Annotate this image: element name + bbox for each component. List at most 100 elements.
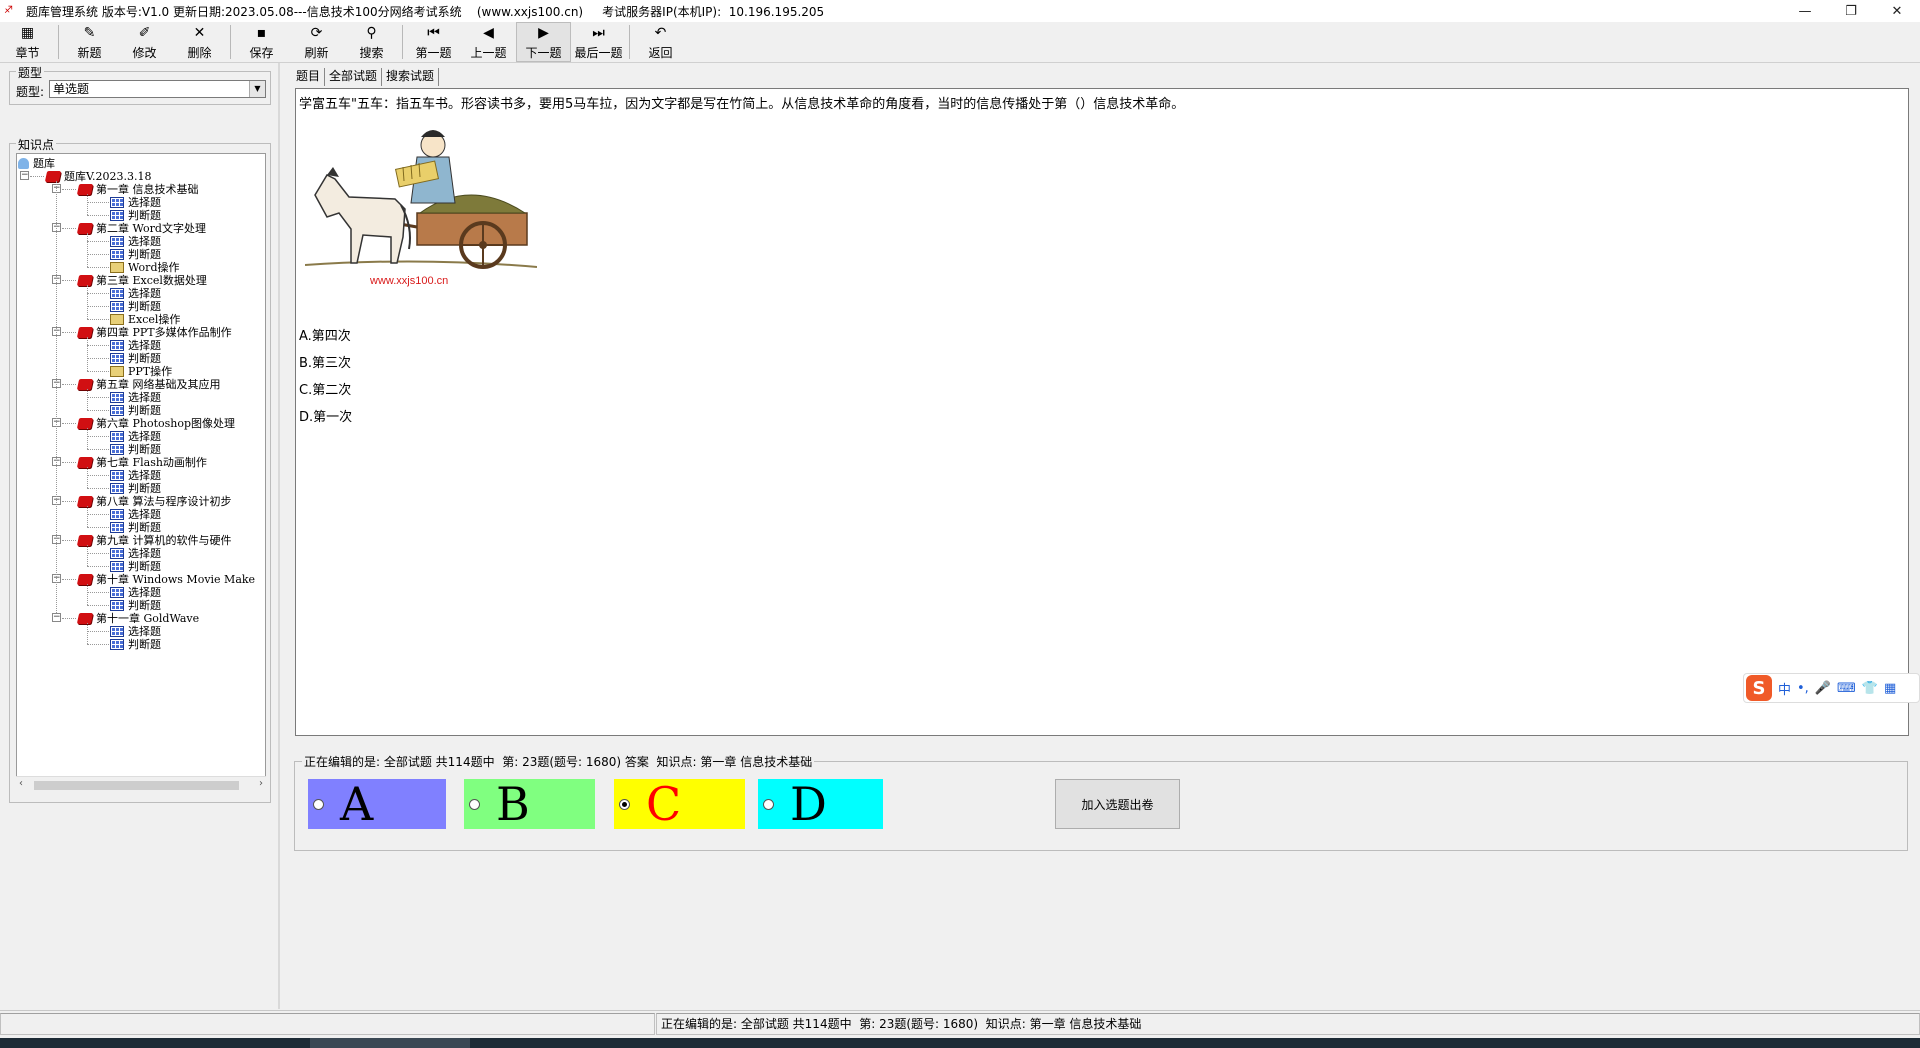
tree-collapse-toggle[interactable]: − xyxy=(52,613,61,622)
tree-connector xyxy=(87,584,88,605)
toolbar-button-12[interactable]: ↶ 返回 xyxy=(633,22,688,62)
tab-3[interactable]: 搜索试题 xyxy=(382,68,440,86)
toolbar-button-3[interactable]: ✐ 修改 xyxy=(117,22,172,62)
question-list-icon xyxy=(110,508,124,520)
tree-connector xyxy=(87,506,88,527)
answer-radio[interactable] xyxy=(763,798,774,810)
tree-connector xyxy=(87,566,109,567)
database-icon xyxy=(18,157,29,169)
answer-choice-d[interactable]: D xyxy=(758,779,883,829)
tree-connector xyxy=(87,514,109,515)
toolbar-button-1[interactable]: ▦ 章节 xyxy=(0,22,55,62)
tree-connector xyxy=(87,389,88,410)
answer-radio[interactable] xyxy=(619,798,630,810)
toolbar-separator xyxy=(629,25,630,59)
tree-connector xyxy=(62,332,76,333)
image-caption: www.xxjs100.cn xyxy=(370,275,449,287)
answer-choice-a[interactable]: A xyxy=(308,779,446,829)
toolbar-button-5[interactable]: ▪ 保存 xyxy=(234,22,289,62)
tree-collapse-toggle[interactable]: − xyxy=(20,171,29,180)
answer-choice-b[interactable]: B xyxy=(464,779,595,829)
tree-connector xyxy=(30,176,44,177)
tree-horizontal-scrollbar[interactable]: ‹ › xyxy=(16,776,266,793)
question-type-group: 题型 题型: 单选题 ▼ xyxy=(9,64,271,105)
answer-choice-c[interactable]: C xyxy=(614,779,745,829)
toolbar-button-8[interactable]: ⏮ 第一题 xyxy=(406,22,461,62)
tree-connector xyxy=(62,462,76,463)
left-panel: 题型 题型: 单选题 ▼ 知识点 题库 − 题库V.2023.3.18− 第一章 信息… xyxy=(0,63,280,1009)
toolbar-separator xyxy=(58,25,59,59)
tree-connector xyxy=(87,545,88,566)
close-button[interactable]: ✕ xyxy=(1874,0,1920,22)
tree-connector xyxy=(87,449,109,450)
question-list-icon xyxy=(110,560,124,572)
toolbar-button-label: 搜索 xyxy=(359,45,384,60)
sogou-logo-icon[interactable]: S xyxy=(1746,675,1772,701)
book-icon xyxy=(76,222,94,234)
book-icon xyxy=(76,326,94,338)
option-a: A.第四次 xyxy=(299,329,351,344)
answer-radio[interactable] xyxy=(313,798,324,810)
add-to-paper-button[interactable]: 加入选题出卷 xyxy=(1055,779,1180,829)
toolbar-button-11[interactable]: ⏭ 最后一题 xyxy=(571,22,626,62)
toolbar-button-10[interactable]: ▶ 下一题 xyxy=(516,22,571,62)
answer-letter: D xyxy=(790,777,827,831)
question-list-icon xyxy=(110,352,124,364)
toolbar-button-2[interactable]: ✎ 新题 xyxy=(62,22,117,62)
scroll-right-icon[interactable]: › xyxy=(259,778,263,789)
ime-toolbar[interactable]: S 中 •, 🎤 ⌨ 👕 ▦ xyxy=(1743,673,1920,703)
tree-connector xyxy=(87,475,109,476)
horse-cart-scholar-illustration xyxy=(305,130,537,269)
ime-punctuation-icon[interactable]: •, xyxy=(1797,681,1809,696)
question-list-icon xyxy=(110,196,124,208)
tree-connector xyxy=(87,202,109,203)
question-type-label: 题型: xyxy=(16,85,45,99)
toolbar-button-9[interactable]: ◀ 上一题 xyxy=(461,22,516,62)
chevron-down-icon[interactable]: ▼ xyxy=(249,81,265,97)
option-c: C.第二次 xyxy=(299,383,352,398)
toolbar-button-6[interactable]: ⟳ 刷新 xyxy=(289,22,344,62)
ime-chinese-mode-icon[interactable]: 中 xyxy=(1778,679,1791,698)
tree-node-item[interactable]: 判断题 xyxy=(110,636,161,652)
back-icon: ↶ xyxy=(654,24,667,41)
status-bar: 正在编辑的是: 全部试题 共114题中 第: 23题(题号: 1680) 知识点… xyxy=(0,1010,1920,1038)
microphone-icon[interactable]: 🎤 xyxy=(1815,681,1831,696)
keyboard-icon[interactable]: ⌨ xyxy=(1837,681,1856,696)
tree-connector xyxy=(87,194,88,215)
question-text: 学富五车"五车：指五车书。形容读书多，要用5马车拉，因为文字都是写在竹简上。从信… xyxy=(299,97,1185,112)
tree-connector xyxy=(62,423,76,424)
minimize-button[interactable]: — xyxy=(1782,0,1828,22)
question-type-select[interactable]: 单选题 ▼ xyxy=(49,80,266,98)
option-d: D.第一次 xyxy=(299,410,353,425)
tree-connector xyxy=(87,553,109,554)
tree-connector xyxy=(87,605,109,606)
main-tabs: 题目 全部试题 搜索试题 xyxy=(292,68,440,86)
tree-node-chapter[interactable]: 第十章 Windows Movie Make xyxy=(76,571,255,587)
question-list-icon xyxy=(110,547,124,559)
tab-1[interactable]: 题目 xyxy=(292,68,326,86)
toolbox-icon[interactable]: ▦ xyxy=(1884,681,1896,696)
tree-connector xyxy=(87,467,88,488)
toolbar-button-7[interactable]: ⚲ 搜索 xyxy=(344,22,399,62)
answer-radio[interactable] xyxy=(469,798,480,810)
tab-2[interactable]: 全部试题 xyxy=(325,68,383,86)
skin-icon[interactable]: 👕 xyxy=(1862,681,1878,696)
taskbar-strip xyxy=(0,1038,1920,1048)
book-icon xyxy=(76,378,94,390)
question-list-icon xyxy=(110,339,124,351)
tree-connector xyxy=(87,371,109,372)
question-type-group-label: 题型 xyxy=(16,64,45,81)
toolbar-button-4[interactable]: ✕ 删除 xyxy=(172,22,227,62)
tree-connector xyxy=(87,254,109,255)
book-icon xyxy=(76,183,94,195)
restore-button[interactable]: ❐ xyxy=(1828,0,1874,22)
window-title: 题库管理系统 版本号:V1.0 更新日期:2023.05.08---信息技术10… xyxy=(26,4,825,19)
scrollbar-thumb[interactable] xyxy=(34,781,239,790)
toolbar-button-label: 删除 xyxy=(187,45,212,60)
tree-connector xyxy=(87,306,109,307)
scroll-left-icon[interactable]: ‹ xyxy=(19,778,23,789)
tree-connector xyxy=(62,384,76,385)
knowledge-tree[interactable]: 题库 − 题库V.2023.3.18− 第一章 信息技术基础 选择题 判断题 − 第二章 Wo… xyxy=(16,153,266,793)
question-content[interactable]: 学富五车"五车：指五车书。形容读书多，要用5马车拉，因为文字都是写在竹简上。从信… xyxy=(295,88,1909,736)
tree-connector xyxy=(62,280,76,281)
